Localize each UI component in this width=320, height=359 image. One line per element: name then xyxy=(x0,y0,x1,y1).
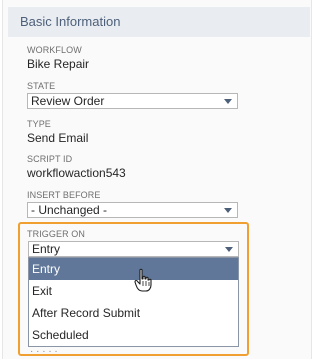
workflow-label: WORKFLOW xyxy=(27,45,82,55)
script-id-value: workflowaction543 xyxy=(27,166,126,180)
insert-before-label: INSERT BEFORE xyxy=(27,190,101,200)
trigger-on-select-value: Entry xyxy=(32,242,61,256)
state-select[interactable]: Review Order xyxy=(27,93,238,109)
chevron-down-icon xyxy=(225,247,233,252)
trigger-on-label: TRIGGER ON xyxy=(27,229,86,239)
chevron-down-icon xyxy=(224,99,232,104)
section-header[interactable]: Basic Information xyxy=(8,7,310,37)
state-select-value: Review Order xyxy=(31,94,105,108)
hand-pointer-icon xyxy=(134,268,152,292)
dropdown-option-scheduled[interactable]: Scheduled xyxy=(29,324,238,346)
trigger-on-select[interactable]: Entry xyxy=(28,241,239,257)
type-label: TYPE xyxy=(27,119,51,129)
dropdown-option-after-record-submit[interactable]: After Record Submit xyxy=(29,302,238,324)
workflow-value: Bike Repair xyxy=(27,57,90,71)
section-title: Basic Information xyxy=(20,14,121,29)
type-value: Send Email xyxy=(27,131,89,145)
script-id-label: SCRIPT ID xyxy=(27,154,73,164)
insert-before-select[interactable]: - Unchanged - xyxy=(27,202,238,218)
state-label: STATE xyxy=(27,81,56,91)
chevron-down-icon xyxy=(224,208,232,213)
hidden-field-fragment: · · · · · xyxy=(30,346,58,352)
insert-before-select-value: - Unchanged - xyxy=(31,203,108,217)
